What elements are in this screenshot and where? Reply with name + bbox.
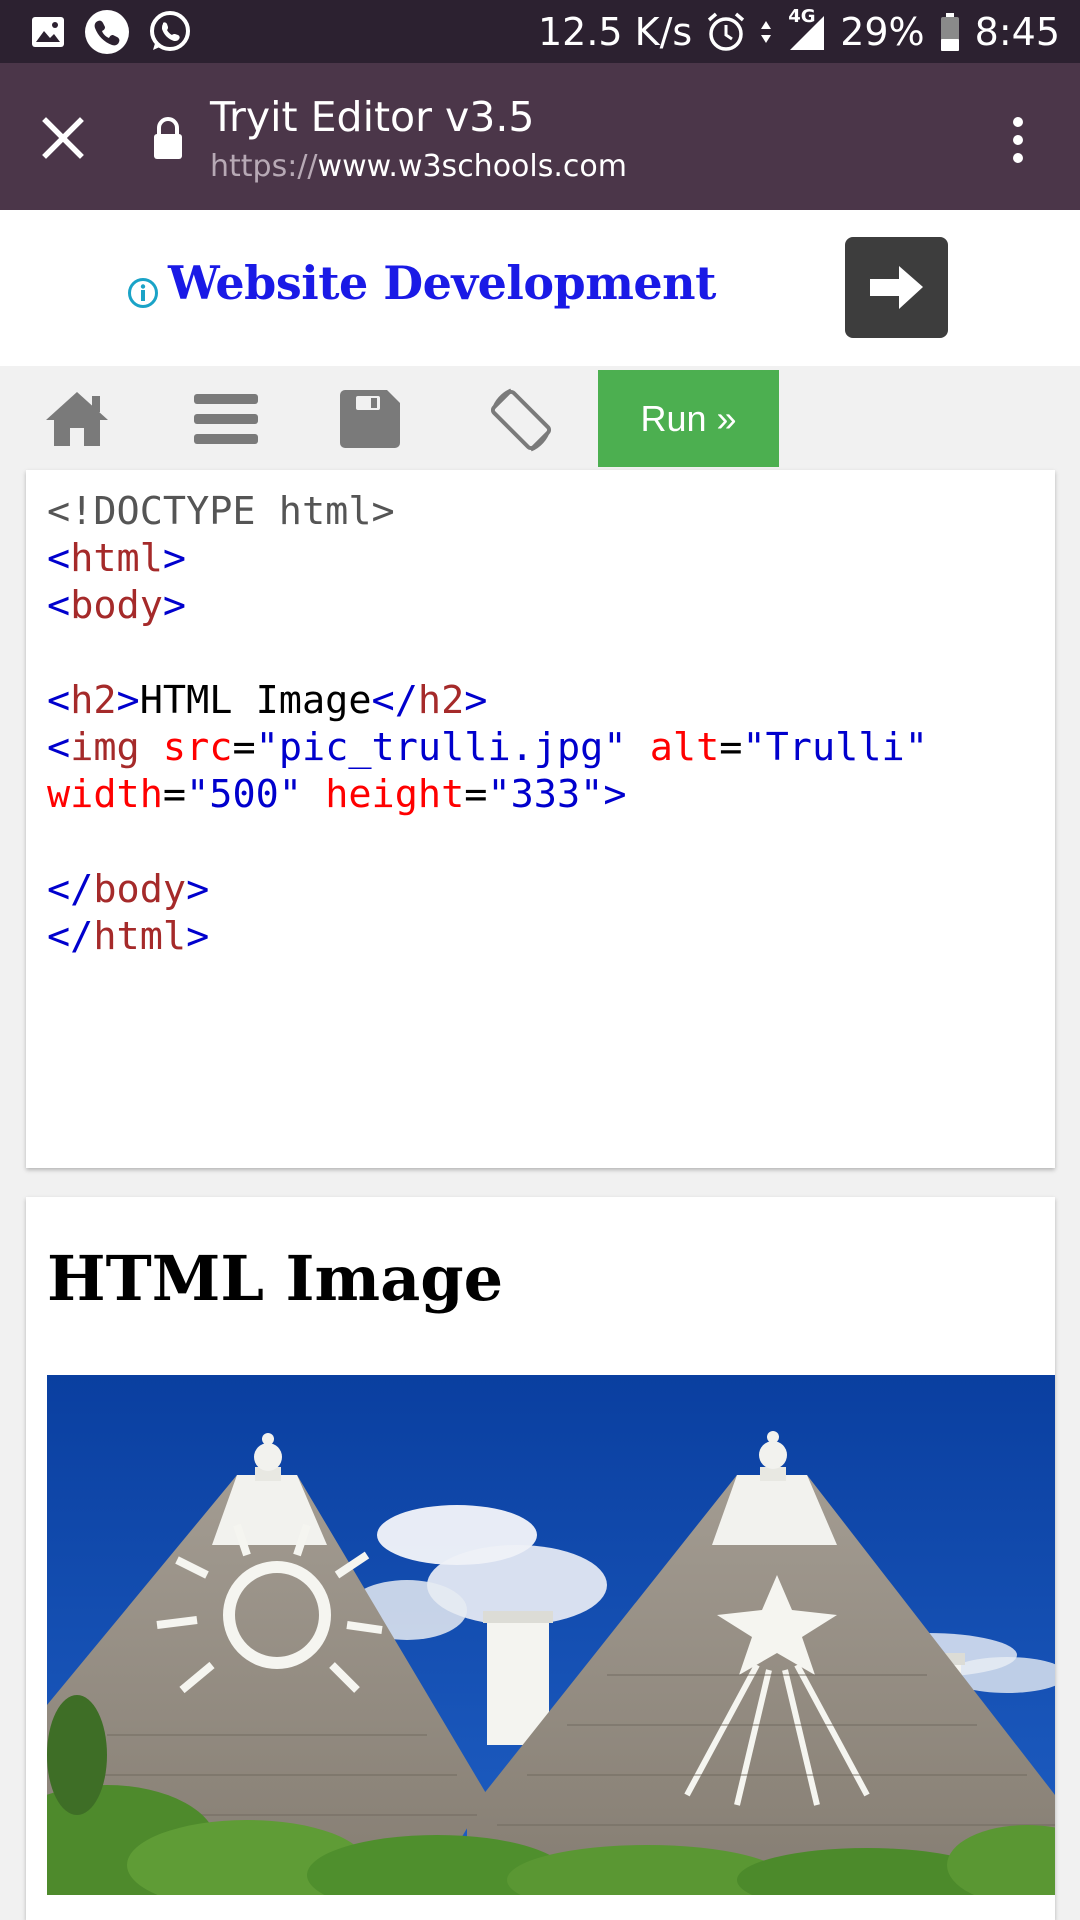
url-host: www.w3schools.com (317, 149, 627, 184)
battery-icon (939, 12, 961, 52)
clock: 8:45 (974, 10, 1060, 54)
custom-tab-bar: Tryit Editor v3.5 https://www.w3schools.… (0, 63, 1080, 210)
net-speed: 12.5 K/s (537, 10, 693, 54)
info-icon[interactable] (127, 277, 159, 314)
menu-icon[interactable] (194, 392, 258, 451)
more-vert-icon (1013, 117, 1023, 163)
url-scheme: https:// (210, 149, 318, 184)
trulli-image (47, 1375, 1055, 1895)
code-doctype: <!DOCTYPE html> (47, 489, 395, 534)
network-type: 4G (788, 6, 816, 27)
code-src-value: "pic_trulli.jpg" (255, 725, 627, 771)
code-width-value: "500" (186, 772, 302, 818)
page-url[interactable]: https://www.w3schools.com (210, 149, 627, 184)
ad-headline[interactable]: Website Development (168, 256, 716, 310)
rotate-icon[interactable] (483, 382, 559, 463)
save-icon[interactable] (340, 390, 400, 453)
status-right: 12.5 K/s 4G 29% 8:45 (537, 6, 1060, 56)
ad-arrow-button[interactable] (845, 237, 948, 338)
phone-icon (84, 9, 130, 55)
data-arrows-icon (760, 17, 772, 47)
code-text[interactable]: <!DOCTYPE html> <html> <body> <h2>HTML I… (47, 488, 928, 960)
alarm-icon (706, 11, 746, 53)
overflow-menu-button[interactable] (1008, 115, 1028, 165)
lock-icon (152, 115, 184, 161)
signal-icon: 4G (786, 6, 826, 52)
result-heading: HTML Image (47, 1242, 504, 1315)
page-title: Tryit Editor v3.5 (210, 93, 535, 141)
code-editor[interactable]: <!DOCTYPE html> <html> <body> <h2>HTML I… (26, 470, 1055, 1168)
code-alt-value: "Trulli" (742, 725, 928, 771)
gallery-icon (30, 14, 66, 50)
whatsapp-icon (148, 10, 192, 54)
code-height-value: "333" (487, 772, 604, 818)
run-button[interactable]: Run » (598, 370, 779, 467)
editor-toolbar (0, 366, 1080, 466)
close-icon (42, 117, 84, 159)
battery-percent: 29% (840, 10, 925, 54)
result-frame[interactable]: HTML Image (26, 1197, 1055, 1920)
home-icon[interactable] (42, 388, 112, 453)
status-left (30, 10, 192, 54)
close-button[interactable] (38, 113, 88, 163)
status-bar: 12.5 K/s 4G 29% 8:45 (0, 0, 1080, 63)
arrow-right-icon (870, 266, 923, 309)
code-h2-text: HTML Image (139, 677, 372, 723)
